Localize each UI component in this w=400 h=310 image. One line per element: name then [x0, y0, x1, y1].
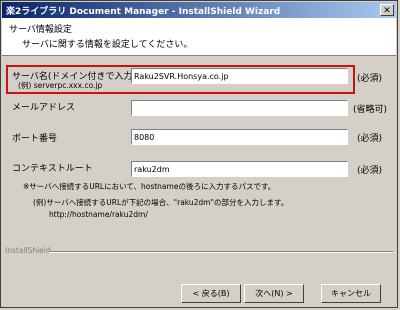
- footer-divider: [49, 251, 393, 253]
- note-url: http://hostname/raku2dm/: [49, 210, 148, 219]
- cancel-button[interactable]: キャンセル: [321, 284, 381, 303]
- server-name-required: (必須): [357, 74, 383, 84]
- page-title: サーバ情報設定: [9, 25, 72, 35]
- port-required: (必須): [357, 134, 383, 144]
- title-bar[interactable]: 楽2ライブラリ Document Manager - InstallShield…: [2, 2, 396, 18]
- port-label: ポート番号: [12, 134, 58, 144]
- back-button[interactable]: < 戻る(B): [181, 284, 241, 303]
- mail-optional: (省略可): [353, 105, 388, 115]
- note-line-1: ※サーバへ接続するURLにおいて、hostnameの後ろに入力するパスです。: [23, 182, 276, 191]
- mail-label: メールアドレス: [12, 103, 76, 113]
- installshield-brand: InstallShield: [5, 246, 51, 255]
- server-name-example: (例) serverpc.xxx.co.jp: [18, 81, 103, 90]
- next-button[interactable]: 次へ(N) >: [244, 284, 304, 303]
- mail-input[interactable]: [131, 100, 348, 116]
- window-title: 楽2ライブラリ Document Manager - InstallShield…: [6, 7, 281, 17]
- context-label: コンテキストルート: [12, 164, 93, 174]
- installer-window: 楽2ライブラリ Document Manager - InstallShield…: [0, 0, 398, 308]
- close-button[interactable]: ✕: [380, 4, 394, 16]
- context-input[interactable]: [131, 161, 348, 177]
- page-subtitle: サーバに関する情報を設定してください。: [22, 40, 193, 50]
- form-area: サーバ名(ドメイン付きで入力) (例) serverpc.xxx.co.jp (…: [1, 56, 397, 276]
- note-line-2: (例)サーバへ接続するURLが下記の場合、"raku2dm"の部分を入力します。: [33, 198, 289, 207]
- server-name-input[interactable]: [131, 68, 348, 84]
- context-required: (必須): [357, 166, 383, 176]
- port-input[interactable]: [131, 129, 348, 145]
- wizard-header: サーバ情報設定 サーバに関する情報を設定してください。: [2, 18, 396, 56]
